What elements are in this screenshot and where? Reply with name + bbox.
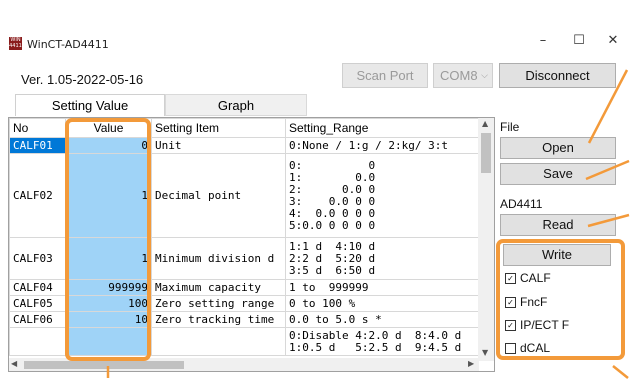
arrow-to-write-group [612,365,629,379]
arrow-to-open [587,69,629,144]
arrow-to-save [585,159,630,181]
annotation-arrows [106,69,630,379]
arrow-to-read [587,213,630,228]
